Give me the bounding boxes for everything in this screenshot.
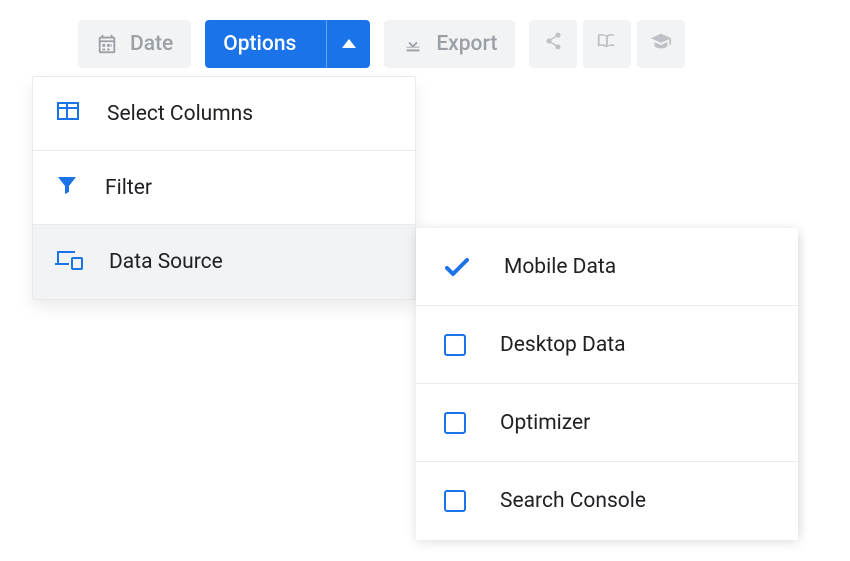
data-source-dropdown: Mobile Data Desktop Data Optimizer Searc… <box>416 228 798 540</box>
checkbox-unchecked <box>444 334 466 356</box>
menu-item-filter[interactable]: Filter <box>33 151 415 225</box>
date-button-label: Date <box>130 32 173 56</box>
calendar-icon <box>96 33 118 55</box>
data-source-item-mobile[interactable]: Mobile Data <box>416 228 798 306</box>
devices-icon <box>55 248 83 276</box>
date-button[interactable]: Date <box>78 20 191 68</box>
checkbox-unchecked <box>444 490 466 512</box>
data-source-item-search-console[interactable]: Search Console <box>416 462 798 540</box>
checkbox-unchecked <box>444 412 466 434</box>
data-source-item-label: Mobile Data <box>504 255 616 279</box>
export-button[interactable]: Export <box>384 20 515 68</box>
share-button[interactable] <box>529 20 577 68</box>
options-dropdown: Select Columns Filter Data Source <box>32 76 416 300</box>
data-source-item-label: Optimizer <box>500 411 590 435</box>
menu-item-select-columns[interactable]: Select Columns <box>33 77 415 151</box>
options-button[interactable]: Options <box>205 20 370 68</box>
graduation-cap-icon <box>650 31 672 57</box>
training-button[interactable] <box>637 20 685 68</box>
data-source-item-optimizer[interactable]: Optimizer <box>416 384 798 462</box>
data-source-item-label: Desktop Data <box>500 333 626 357</box>
menu-item-label: Select Columns <box>107 102 253 126</box>
check-icon <box>444 256 470 278</box>
filter-icon <box>55 173 79 203</box>
download-icon <box>402 33 424 55</box>
docs-button[interactable] <box>583 20 631 68</box>
caret-up-icon[interactable] <box>326 20 370 68</box>
share-icon <box>543 31 563 57</box>
menu-item-label: Filter <box>105 176 152 200</box>
menu-item-data-source[interactable]: Data Source <box>33 225 415 299</box>
data-source-item-label: Search Console <box>500 489 646 513</box>
export-button-label: Export <box>436 32 497 56</box>
data-source-item-desktop[interactable]: Desktop Data <box>416 306 798 384</box>
options-button-label: Options <box>205 20 314 68</box>
columns-icon <box>55 100 81 128</box>
menu-item-label: Data Source <box>109 250 223 274</box>
book-icon <box>596 31 618 57</box>
